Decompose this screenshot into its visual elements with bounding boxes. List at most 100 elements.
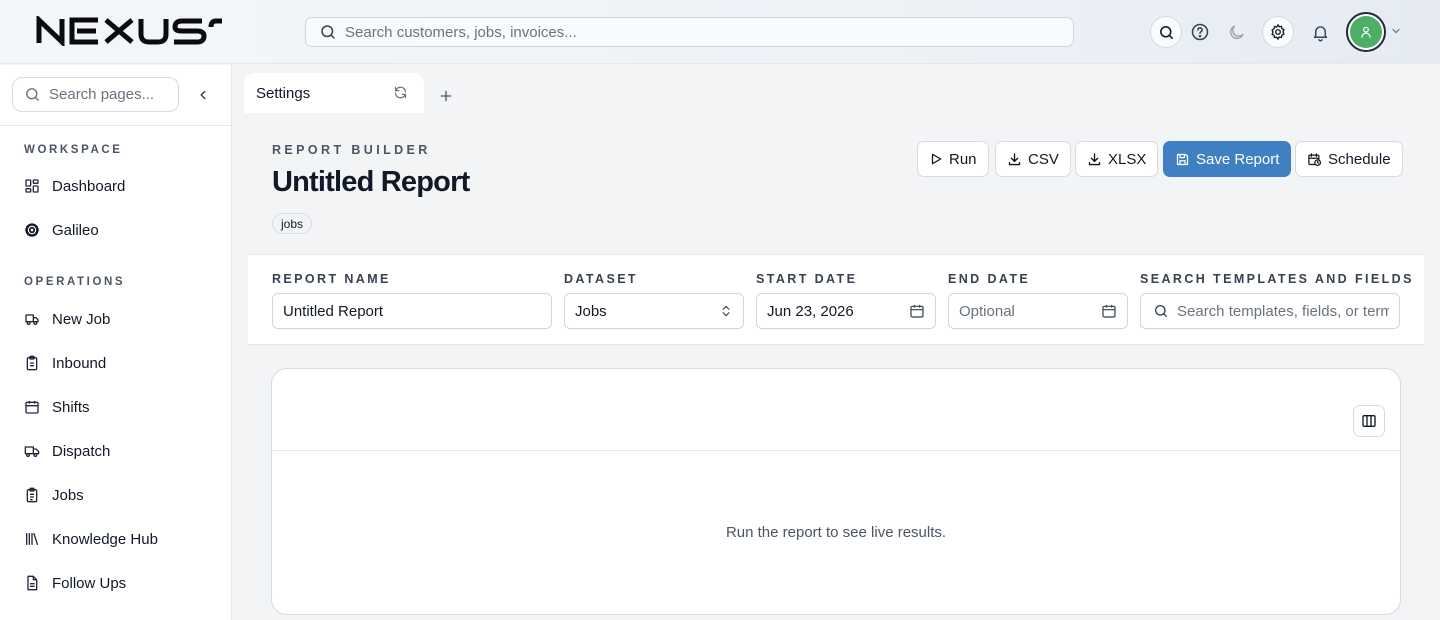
search-icon (319, 23, 337, 41)
chevron-down-icon[interactable] (1390, 25, 1402, 37)
start-date-label: START DATE (756, 272, 858, 286)
sidebar-item-label: Galileo (52, 221, 99, 239)
chevron-updown-icon (719, 303, 733, 319)
dataset-label: DATASET (564, 272, 638, 286)
columns-button[interactable] (1353, 405, 1385, 437)
sidebar-item-dispatch[interactable]: Dispatch (24, 439, 214, 463)
start-date-value: Jun 23, 2026 (767, 302, 854, 320)
sidebar-item-label: Jobs (52, 486, 84, 504)
refresh-icon[interactable] (393, 85, 408, 100)
download-icon (1087, 152, 1102, 167)
top-bar (0, 0, 1440, 64)
gear-icon (1269, 23, 1287, 41)
chevron-left-icon (196, 88, 210, 102)
sidebar-item-jobs[interactable]: Jobs (24, 483, 214, 507)
results-card: Run the report to see live results. (271, 368, 1401, 615)
tab-settings[interactable]: Settings (244, 73, 424, 113)
run-button[interactable]: Run (917, 141, 989, 177)
notifications-button[interactable] (1304, 16, 1336, 48)
global-search[interactable] (305, 17, 1074, 47)
sidebar-item-shifts[interactable]: Shifts (24, 395, 214, 419)
calendar-icon (24, 399, 40, 415)
section-label-workspace: WORKSPACE (24, 144, 123, 156)
search-templates-field[interactable] (1140, 293, 1400, 329)
sidebar-item-label: Inbound (52, 354, 107, 372)
sidebar-item-follow-ups[interactable]: Follow Ups (24, 571, 214, 595)
download-icon (1007, 152, 1022, 167)
columns-icon (1361, 413, 1377, 429)
export-csv-button[interactable]: CSV (995, 141, 1071, 177)
section-label-operations: OPERATIONS (24, 276, 126, 288)
brand-logo[interactable] (36, 16, 224, 46)
clipboard-icon (24, 355, 40, 371)
help-button[interactable] (1184, 16, 1216, 48)
bell-icon (1311, 23, 1330, 42)
save-icon (1175, 152, 1190, 167)
user-icon (1359, 25, 1373, 39)
start-date-field[interactable]: Jun 23, 2026 (756, 293, 936, 329)
sidebar-item-dashboard[interactable]: Dashboard (24, 174, 214, 198)
sidebar-item-label: Knowledge Hub (52, 530, 158, 548)
help-icon (1190, 22, 1210, 42)
end-date-input[interactable] (959, 302, 1089, 320)
schedule-button[interactable]: Schedule (1295, 141, 1403, 177)
dispatch-truck-icon (24, 443, 40, 459)
search-templates-label: SEARCH TEMPLATES AND FIELDS (1140, 272, 1414, 286)
sidebar: WORKSPACE Dashboard Galileo OPERATIONS N… (0, 65, 232, 620)
search-icon (24, 86, 41, 103)
sidebar-item-label: Follow Ups (52, 574, 127, 592)
theme-toggle-button[interactable] (1220, 16, 1252, 48)
truck-icon (24, 311, 40, 327)
sidebar-search[interactable] (12, 77, 179, 112)
run-button-label: Run (949, 150, 977, 168)
sidebar-item-label: Dashboard (52, 177, 126, 195)
dataset-chip: jobs (272, 213, 313, 234)
library-icon (24, 531, 40, 547)
search-templates-input[interactable] (1177, 302, 1389, 320)
sidebar-item-inbound[interactable]: Inbound (24, 351, 214, 375)
end-date-label: END DATE (948, 272, 1031, 286)
global-search-input[interactable] (345, 23, 1045, 41)
calendar-icon[interactable] (1101, 303, 1117, 319)
plus-icon (439, 89, 453, 103)
save-report-button[interactable]: Save Report (1163, 141, 1292, 177)
user-menu-button[interactable] (1346, 12, 1386, 52)
play-icon (929, 152, 943, 166)
calendar-clock-icon (1307, 152, 1322, 167)
export-xlsx-button[interactable]: XLSX (1075, 141, 1159, 177)
search-button[interactable] (1150, 16, 1182, 48)
xlsx-button-label: XLSX (1108, 150, 1147, 168)
sidebar-item-label: New Job (52, 310, 111, 328)
sidebar-item-label: Shifts (52, 398, 90, 416)
tab-label: Settings (256, 84, 311, 102)
moon-icon (1227, 23, 1246, 42)
report-name-label: REPORT NAME (272, 272, 391, 286)
sidebar-search-input[interactable] (49, 86, 169, 103)
page-eyebrow: REPORT BUILDER (272, 143, 431, 157)
end-date-field[interactable] (948, 293, 1128, 329)
schedule-button-label: Schedule (1328, 150, 1391, 168)
settings-button[interactable] (1262, 16, 1294, 48)
clipboard-list-icon (24, 487, 40, 503)
save-button-label: Save Report (1196, 150, 1280, 168)
report-name-input[interactable] (283, 302, 541, 320)
search-icon (1153, 303, 1169, 319)
galileo-icon (24, 222, 40, 238)
dataset-value: Jobs (575, 302, 607, 320)
sidebar-item-new-job[interactable]: New Job (24, 307, 214, 331)
sidebar-item-knowledge-hub[interactable]: Knowledge Hub (24, 527, 214, 551)
dashboard-icon (24, 178, 40, 194)
report-filters: REPORT NAME DATASET Jobs START DATE Jun … (248, 254, 1424, 345)
results-divider (272, 450, 1400, 451)
calendar-icon[interactable] (909, 303, 925, 319)
report-name-field[interactable] (272, 293, 552, 329)
sidebar-item-galileo[interactable]: Galileo (24, 218, 214, 242)
add-tab-button[interactable] (437, 87, 455, 105)
page-title: Untitled Report (272, 166, 470, 198)
search-icon (1158, 24, 1175, 41)
avatar (1350, 16, 1382, 48)
collapse-sidebar-button[interactable] (193, 85, 213, 105)
csv-button-label: CSV (1028, 150, 1059, 168)
empty-results-message: Run the report to see live results. (725, 524, 947, 541)
dataset-select[interactable]: Jobs (564, 293, 744, 329)
